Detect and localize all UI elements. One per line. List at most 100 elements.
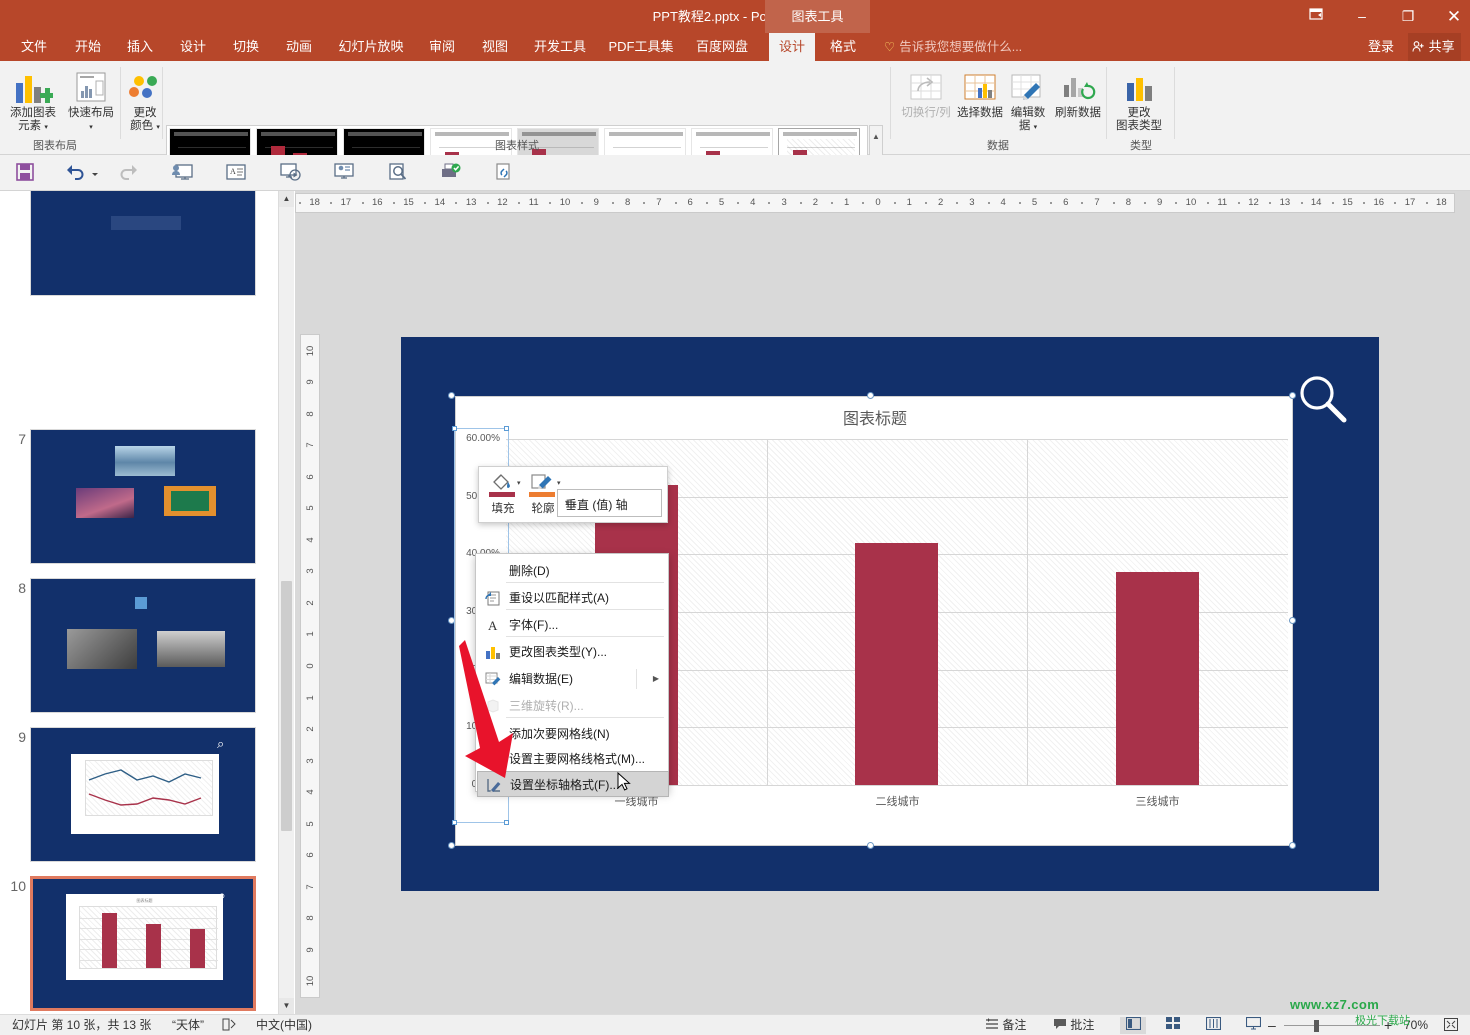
context-menu-item-0[interactable]: 删除(D) bbox=[477, 558, 669, 584]
refresh-data-button[interactable]: 刷新数据 bbox=[1052, 67, 1104, 120]
slide-thumbnail-8[interactable] bbox=[30, 578, 256, 713]
reading-view-button[interactable] bbox=[1200, 1016, 1226, 1034]
zoom-slider-knob[interactable] bbox=[1314, 1020, 1319, 1032]
notes-button[interactable]: 备注 bbox=[985, 1015, 1026, 1035]
hyperlink-icon[interactable] bbox=[492, 161, 516, 185]
switch-row-column-icon bbox=[898, 67, 954, 107]
ribbon-tab-11[interactable]: 百度网盘 bbox=[688, 33, 756, 61]
ribbon-tab-13[interactable]: 格式 bbox=[820, 33, 866, 61]
redo-icon[interactable] bbox=[118, 161, 142, 185]
chart-handle-bl[interactable] bbox=[448, 842, 455, 849]
ribbon-tab-0[interactable]: 文件 bbox=[12, 33, 56, 61]
change-chart-type-button[interactable]: 更改 图表类型 bbox=[1110, 67, 1168, 133]
ribbon-tab-5[interactable]: 动画 bbox=[277, 33, 321, 61]
ribbon-tab-8[interactable]: 视图 bbox=[473, 33, 517, 61]
undo-dropdown-icon[interactable] bbox=[90, 166, 102, 178]
hruler-tick-19: 1 bbox=[906, 197, 912, 208]
axis-handle-br[interactable] bbox=[504, 820, 509, 825]
chevron-down-icon[interactable]: ▾ bbox=[565, 498, 655, 507]
ribbon-tab-7[interactable]: 审阅 bbox=[420, 33, 464, 61]
save-icon[interactable] bbox=[14, 161, 38, 185]
fill-dropdown-icon[interactable]: ▾ bbox=[517, 479, 521, 487]
sign-in-link[interactable]: 登录 bbox=[1368, 33, 1394, 61]
thumbnail-scroll-up-icon[interactable]: ▲ bbox=[279, 191, 294, 207]
ribbon-tab-1[interactable]: 开始 bbox=[66, 33, 110, 61]
axis-handle-tl[interactable] bbox=[452, 426, 457, 431]
print-check-icon[interactable] bbox=[438, 161, 462, 185]
normal-view-button[interactable] bbox=[1120, 1016, 1146, 1034]
chart-bar-1[interactable] bbox=[855, 543, 938, 785]
chart-handle-tr[interactable] bbox=[1289, 392, 1296, 399]
chart-handle-bm[interactable] bbox=[867, 842, 874, 849]
ribbon-tab-6[interactable]: 幻灯片放映 bbox=[330, 33, 412, 61]
share-person-icon bbox=[1412, 39, 1429, 54]
slide-thumbnail-row-9[interactable]: 9 ⌕ bbox=[0, 727, 278, 862]
edit-data-button[interactable]: 编辑数据 ▾ bbox=[1006, 67, 1050, 134]
slide-thumbnail-row-7[interactable]: 7 bbox=[0, 429, 278, 564]
slide-number-status[interactable]: 幻灯片 第 10 张，共 13 张 bbox=[12, 1015, 151, 1035]
present-online-icon[interactable] bbox=[332, 161, 356, 185]
ribbon-tab-9[interactable]: 开发工具 bbox=[526, 33, 594, 61]
slide-thumbnail-row-6[interactable]: 6 bbox=[0, 191, 278, 296]
slide-thumbnail-7[interactable] bbox=[30, 429, 256, 564]
ribbon-tab-12[interactable]: 设计 bbox=[769, 33, 815, 61]
select-data-button[interactable]: 选择数据 bbox=[954, 67, 1006, 120]
slide-thumbnail-6[interactable] bbox=[30, 191, 256, 296]
theme-name-status[interactable]: “天体” bbox=[172, 1015, 204, 1035]
thumbnail-scroll-down-icon[interactable]: ▼ bbox=[279, 998, 294, 1014]
comments-button[interactable]: 批注 bbox=[1053, 1015, 1094, 1035]
hruler-dot-11 bbox=[643, 202, 646, 204]
preview-icon[interactable] bbox=[386, 161, 410, 185]
hruler-tick-15: 3 bbox=[781, 197, 787, 208]
undo-icon[interactable] bbox=[64, 161, 88, 185]
vruler-tick-1: 9 bbox=[305, 379, 316, 385]
minimize-button[interactable]: – bbox=[1339, 0, 1385, 33]
hruler-tick-22: 4 bbox=[1000, 197, 1006, 208]
close-button[interactable]: ✕ bbox=[1431, 0, 1470, 33]
axis-handle-tr[interactable] bbox=[504, 426, 509, 431]
ribbon-display-options-icon[interactable] bbox=[1293, 0, 1339, 33]
ribbon-tab-3[interactable]: 设计 bbox=[171, 33, 215, 61]
quick-layout-button[interactable]: 快速布局 ▾ bbox=[64, 67, 118, 134]
add-chart-element-button[interactable]: 添加图表 元素 ▾ bbox=[4, 67, 62, 134]
from-current-slide-icon[interactable] bbox=[170, 161, 194, 185]
slide-thumbnail-pane[interactable]: 6789⌕10⌕图表标题11✱12 bbox=[0, 191, 278, 1014]
text-box-icon[interactable]: A bbox=[224, 161, 248, 185]
slide-thumbnail-9[interactable]: ⌕ bbox=[30, 727, 256, 862]
ribbon-tab-4[interactable]: 切换 bbox=[224, 33, 268, 61]
x-axis-label-1: 二线城市 bbox=[875, 796, 920, 808]
chart-element-selector[interactable]: 垂直 (值) 轴 ▾ bbox=[557, 489, 662, 517]
context-menu-item-2[interactable]: A 字体(F)... bbox=[477, 612, 669, 638]
chart-handle-mr[interactable] bbox=[1289, 617, 1296, 624]
slide-thumbnail-row-8[interactable]: 8 bbox=[0, 578, 278, 713]
slide-thumbnail-10[interactable]: ⌕图表标题 bbox=[30, 876, 256, 1011]
slideshow-view-button[interactable] bbox=[1240, 1016, 1266, 1034]
maximize-button[interactable]: ❐ bbox=[1385, 0, 1431, 33]
language-status[interactable]: 中文(中国) bbox=[256, 1015, 312, 1035]
fit-slide-icon[interactable] bbox=[1444, 1015, 1458, 1035]
context-menu-item-1[interactable]: 重设以匹配样式(A) bbox=[477, 585, 669, 611]
outline-color-swatch bbox=[529, 492, 555, 497]
tell-me-box[interactable]: ♡ 告诉我您想要做什么... bbox=[884, 33, 1022, 61]
chart-handle-tl[interactable] bbox=[448, 392, 455, 399]
share-button[interactable]: 共享 bbox=[1408, 33, 1461, 61]
outline-dropdown-icon[interactable]: ▾ bbox=[557, 479, 561, 487]
gallery-scroll-up-icon[interactable]: ▲ bbox=[870, 127, 882, 147]
zoom-out-button[interactable]: – bbox=[1268, 1015, 1276, 1035]
hruler-dot-16 bbox=[799, 202, 802, 204]
axis-handle-bl[interactable] bbox=[452, 820, 457, 825]
vruler-tick-6: 4 bbox=[305, 537, 316, 543]
from-beginning-icon[interactable] bbox=[278, 161, 302, 185]
thumbnail-scroll-thumb[interactable] bbox=[281, 581, 292, 831]
ribbon-tab-2[interactable]: 插入 bbox=[118, 33, 162, 61]
slide-sorter-view-button[interactable] bbox=[1160, 1017, 1186, 1034]
chart-title[interactable]: 图表标题 bbox=[456, 405, 1294, 429]
chart-handle-tm[interactable] bbox=[867, 392, 874, 399]
chart-bar-2[interactable] bbox=[1116, 572, 1199, 785]
ribbon-tab-10[interactable]: PDF工具集 bbox=[601, 33, 681, 61]
slide-thumbnail-row-10[interactable]: 10⌕图表标题 bbox=[0, 876, 278, 1011]
chart-handle-br[interactable] bbox=[1289, 842, 1296, 849]
thumbnail-scrollbar[interactable]: ▲ ▼ bbox=[278, 191, 294, 1014]
accessibility-icon[interactable] bbox=[222, 1015, 238, 1035]
change-colors-button[interactable]: 更改 颜色 ▾ bbox=[124, 67, 166, 134]
